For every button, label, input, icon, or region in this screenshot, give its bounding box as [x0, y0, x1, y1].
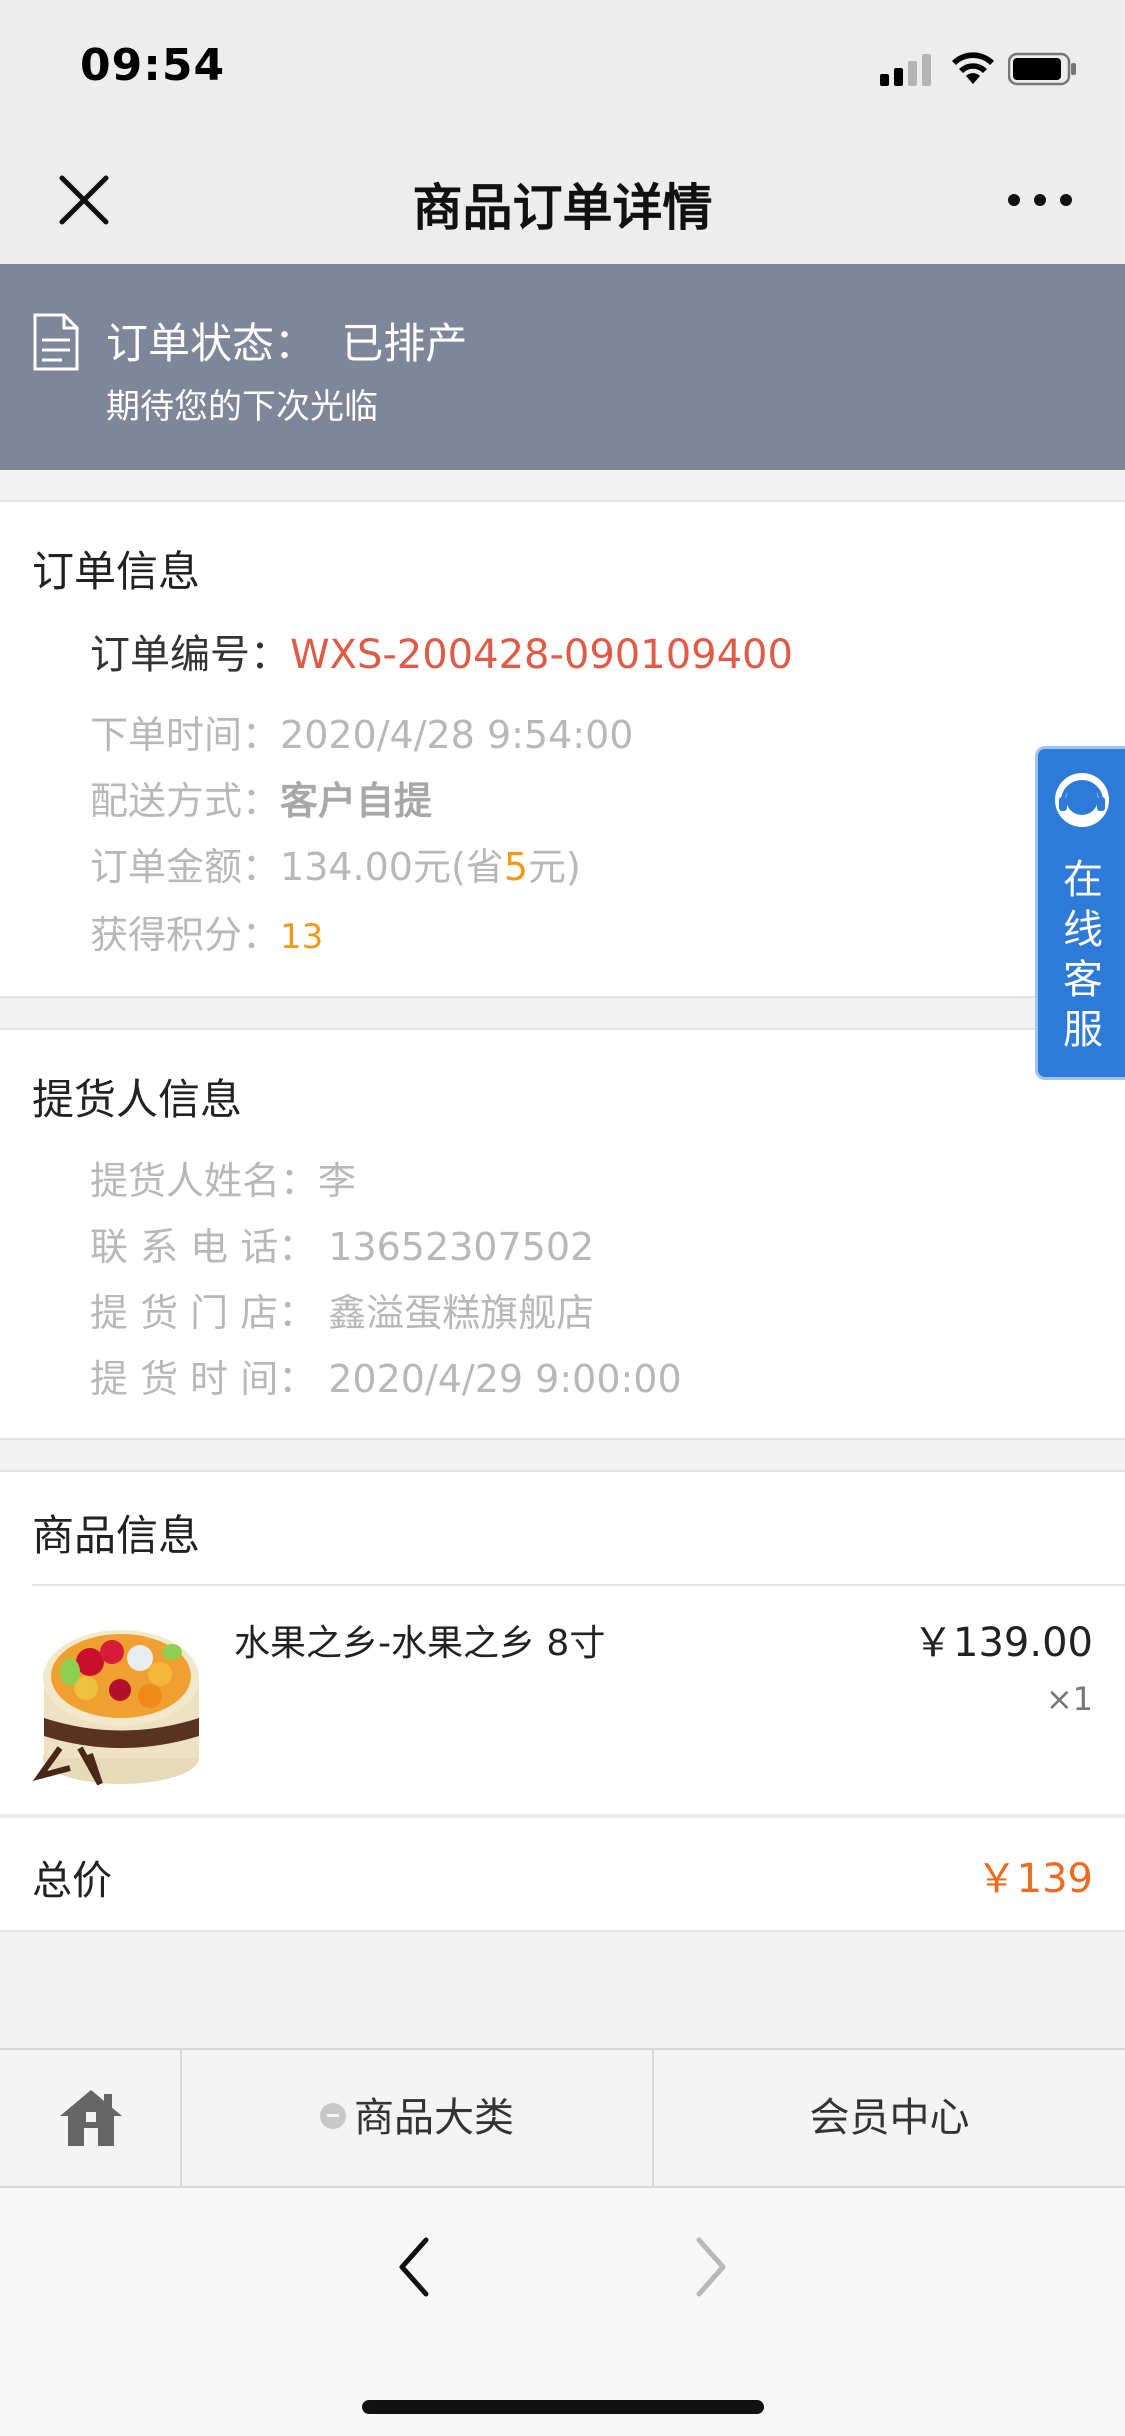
delivery-value: 客户自提	[280, 779, 433, 823]
goods-divider-bottom	[0, 1814, 1125, 1818]
amount-label: 订单金额：	[90, 845, 281, 889]
goods-price: ￥139.00	[913, 1620, 1093, 1666]
order-time-label: 下单时间：	[90, 713, 281, 757]
status-bar: 09:54	[0, 0, 1125, 132]
banner-subtitle: 期待您的下次光临	[106, 387, 378, 427]
pickup-store-row: 提 货 门 店： 鑫溢蛋糕旗舰店	[90, 1282, 594, 1337]
goods-name: 水果之乡-水果之乡 8寸	[234, 1623, 606, 1664]
customer-service-icon	[1055, 773, 1109, 827]
document-icon	[33, 313, 79, 371]
home-indicator	[362, 2400, 764, 2414]
order-number-label: 订单编号：	[90, 632, 290, 678]
delivery-label: 配送方式：	[90, 779, 281, 823]
order-number-value: WXS-200428-090109400	[290, 632, 793, 678]
menu-category-label: 商品大类	[354, 2095, 514, 2141]
forward-arrow-icon[interactable]	[685, 2232, 735, 2302]
home-icon	[60, 2090, 122, 2146]
menu-member-label: 会员中心	[809, 2095, 970, 2141]
pickup-time-value: 2020/4/29 9:00:00	[328, 1357, 682, 1401]
nav-bar: 商品订单详情	[0, 132, 1125, 264]
points-row: 获得积分：13	[90, 904, 323, 959]
more-icon[interactable]	[1006, 182, 1074, 218]
amount-value: 134.00元(省	[280, 845, 504, 889]
pickup-phone-row: 联 系 电 话： 13652307502	[90, 1216, 594, 1271]
battery-icon	[1008, 52, 1076, 86]
total-value: ￥139	[976, 1856, 1093, 1902]
points-value: 13	[280, 917, 324, 957]
goods-quantity: ×1	[1045, 1680, 1093, 1718]
page-title: 商品订单详情	[412, 179, 713, 237]
total-label: 总价	[32, 1858, 112, 1904]
pickup-name-row: 提货人姓名：李	[90, 1150, 356, 1205]
order-status-banner: 订单状态： 已排产 期待您的下次光临	[0, 264, 1125, 470]
browser-toolbar	[0, 2188, 1125, 2436]
online-service-button[interactable]: 在线客服	[1035, 746, 1125, 1080]
order-status-label: 订单状态：	[106, 319, 317, 368]
status-time: 09:54	[80, 40, 226, 91]
pickup-name-label: 提货人姓名：	[90, 1159, 319, 1203]
order-status: 订单状态： 已排产	[106, 310, 467, 371]
order-time-value: 2020/4/28 9:54:00	[280, 713, 634, 757]
points-label: 获得积分：	[90, 913, 281, 957]
amount-saved: 5	[503, 845, 528, 889]
pickup-time-label: 提 货 时 间：	[90, 1357, 317, 1401]
order-status-value: 已排产	[341, 319, 468, 368]
goods-divider-top	[32, 1584, 1125, 1586]
pickup-store-label: 提 货 门 店：	[90, 1291, 317, 1335]
delivery-row: 配送方式：客户自提	[90, 770, 432, 825]
pickup-name-value: 李	[318, 1159, 357, 1203]
amount-row: 订单金额：134.00元(省5元)	[90, 836, 581, 891]
amount-suffix: 元)	[528, 845, 581, 889]
product-image	[32, 1630, 199, 1786]
pickup-phone-label: 联 系 电 话：	[90, 1225, 317, 1269]
wifi-icon	[952, 52, 994, 84]
category-dot-icon	[320, 2103, 346, 2129]
order-info-title: 订单信息	[32, 547, 201, 596]
order-number-row: 订单编号：WXS-200428-090109400	[90, 622, 793, 680]
menu-category-button[interactable]: 商品大类	[182, 2050, 654, 2186]
back-arrow-icon[interactable]	[390, 2232, 440, 2302]
order-info-card: 订单信息 订单编号：WXS-200428-090109400 下单时间：2020…	[0, 500, 1125, 998]
order-time-row: 下单时间：2020/4/28 9:54:00	[90, 704, 633, 759]
pickup-phone-value: 13652307502	[328, 1225, 595, 1269]
pickup-info-card: 提货人信息 提货人姓名：李 联 系 电 话： 13652307502 提 货 门 …	[0, 1028, 1125, 1440]
pickup-info-title: 提货人信息	[32, 1075, 243, 1124]
signal-icon	[880, 52, 934, 86]
pickup-time-row: 提 货 时 间： 2020/4/29 9:00:00	[90, 1348, 682, 1403]
online-service-label: 在线客服	[1063, 857, 1103, 1053]
bottom-menu: 商品大类 会员中心	[0, 2048, 1125, 2188]
menu-member-button[interactable]: 会员中心	[654, 2050, 1125, 2186]
pickup-store-value: 鑫溢蛋糕旗舰店	[328, 1291, 595, 1335]
goods-info-title: 商品信息	[32, 1511, 201, 1560]
menu-home-button[interactable]	[0, 2050, 182, 2186]
